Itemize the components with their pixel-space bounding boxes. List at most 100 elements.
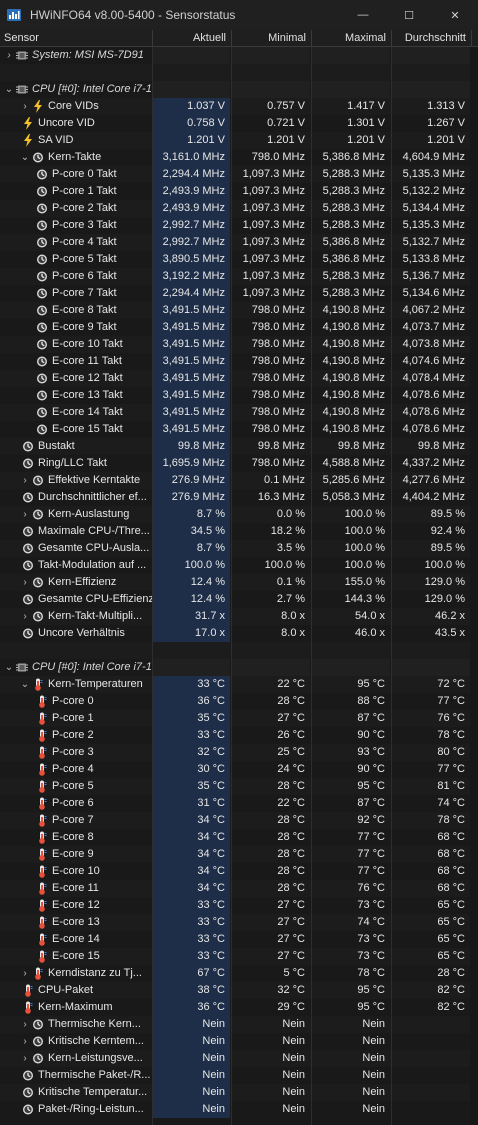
sensor-row[interactable]: › Kern-Auslastung 8.7 % 0.0 % 100.0 % 89.5 % xyxy=(0,506,478,523)
sensor-row[interactable]: P-core 4 30 °C 24 °C 90 °C 77 °C xyxy=(0,761,478,778)
clock-gauge-icon xyxy=(33,1019,43,1030)
sensor-row[interactable]: › Kern-Leistungsve... Nein Nein Nein xyxy=(0,1050,478,1067)
sensor-label: Takt-Modulation auf ... xyxy=(38,559,147,571)
collapse-chevron-icon[interactable]: ⌄ xyxy=(20,149,30,166)
column-header-maximum[interactable]: Maximal xyxy=(312,30,392,47)
maximize-button[interactable]: ☐ xyxy=(386,0,432,30)
sensor-row[interactable]: Kern-Maximum 36 °C 29 °C 95 °C 82 °C xyxy=(0,999,478,1016)
sensor-label: P-core 2 Takt xyxy=(52,202,117,214)
sensor-label: Kritische Temperatur... xyxy=(38,1086,148,1098)
expand-chevron-icon[interactable]: › xyxy=(4,47,14,64)
sensor-group-row[interactable]: ⌄ CPU [#0]: Intel Core i7-13700K xyxy=(0,81,478,98)
collapse-chevron-icon[interactable]: ⌄ xyxy=(4,659,14,676)
sensor-row[interactable]: Durchschnittlicher ef... 276.9 MHz 16.3 MH… xyxy=(0,489,478,506)
sensor-row[interactable]: › Kern-Takt-Multipli... 31.7 x 8.0 x 54.0 x 4… xyxy=(0,608,478,625)
sensor-row[interactable]: E-core 9 Takt 3,491.5 MHz 798.0 MHz 4,190.8… xyxy=(0,319,478,336)
expand-chevron-icon[interactable]: › xyxy=(20,1016,30,1033)
expand-chevron-icon[interactable]: › xyxy=(20,1050,30,1067)
sensor-row[interactable]: ⌄ Kern-Temperaturen 33 °C 22 °C 95 °C 72 °C xyxy=(0,676,478,693)
column-header-minimum[interactable]: Minimal xyxy=(232,30,312,47)
sensor-row[interactable]: P-core 5 Takt 3,890.5 MHz 1,097.3 MHz 5,386… xyxy=(0,251,478,268)
column-header-current[interactable]: Aktuell xyxy=(153,30,232,47)
sensor-row[interactable]: E-core 11 34 °C 28 °C 76 °C 68 °C xyxy=(0,880,478,897)
sensor-row[interactable]: Kritische Temperatur... Nein Nein Nein xyxy=(0,1084,478,1101)
sensor-row[interactable]: P-core 6 31 °C 22 °C 87 °C 74 °C xyxy=(0,795,478,812)
sensor-row[interactable]: SA VID 1.201 V 1.201 V 1.201 V 1.201 V xyxy=(0,132,478,149)
sensor-row[interactable]: E-core 13 Takt 3,491.5 MHz 798.0 MHz 4,190.… xyxy=(0,387,478,404)
sensor-row[interactable]: P-core 7 Takt 2,294.4 MHz 1,097.3 MHz 5,288… xyxy=(0,285,478,302)
title-bar[interactable]: HWiNFO64 v8.00-5400 - Sensorstatus — ☐ ✕ xyxy=(0,0,478,30)
sensor-row[interactable]: P-core 3 32 °C 25 °C 93 °C 80 °C xyxy=(0,744,478,761)
minimum-value: 27 °C xyxy=(277,712,305,724)
sensor-row[interactable]: P-core 2 Takt 2,493.9 MHz 1,097.3 MHz 5,288… xyxy=(0,200,478,217)
sensor-row[interactable]: E-core 15 Takt 3,491.5 MHz 798.0 MHz 4,190.… xyxy=(0,421,478,438)
column-header-sensor[interactable]: Sensor xyxy=(0,30,153,47)
sensor-row[interactable]: Maximale CPU-/Thre... 34.5 % 18.2 % 100.0 %… xyxy=(0,523,478,540)
expand-chevron-icon[interactable]: › xyxy=(20,965,30,982)
expand-chevron-icon[interactable]: › xyxy=(20,608,30,625)
close-button[interactable]: ✕ xyxy=(432,0,478,30)
expand-chevron-icon[interactable]: › xyxy=(20,574,30,591)
expand-chevron-icon[interactable]: › xyxy=(20,472,30,489)
sensor-row[interactable]: Uncore Verhältnis 17.0 x 8.0 x 46.0 x 43.5 x xyxy=(0,625,478,642)
sensor-row[interactable]: › Kritische Kerntem... Nein Nein Nein xyxy=(0,1033,478,1050)
sensor-row[interactable]: E-core 10 Takt 3,491.5 MHz 798.0 MHz 4,190.… xyxy=(0,336,478,353)
sensor-row[interactable]: › Core VIDs 1.037 V 0.757 V 1.417 V 1.313 V xyxy=(0,98,478,115)
sensor-row[interactable]: E-core 12 33 °C 27 °C 73 °C 65 °C xyxy=(0,897,478,914)
sensor-row[interactable]: E-core 12 Takt 3,491.5 MHz 798.0 MHz 4,190.… xyxy=(0,370,478,387)
sensor-row[interactable]: P-core 6 Takt 3,192.2 MHz 1,097.3 MHz 5,288… xyxy=(0,268,478,285)
sensor-row[interactable]: P-core 3 Takt 2,992.7 MHz 1,097.3 MHz 5,288… xyxy=(0,217,478,234)
sensor-row[interactable]: E-core 14 33 °C 27 °C 73 °C 65 °C xyxy=(0,931,478,948)
sensor-row[interactable]: Gesamte CPU-Ausla... 8.7 % 3.5 % 100.0 % 89.… xyxy=(0,540,478,557)
maximum-value: 5,288.3 MHz xyxy=(322,287,385,299)
sensor-row[interactable]: Ring/LLC Takt 1,695.9 MHz 798.0 MHz 4,588.8… xyxy=(0,455,478,472)
sensor-row[interactable]: E-core 9 34 °C 28 °C 77 °C 68 °C xyxy=(0,846,478,863)
sensor-row[interactable]: Uncore VID 0.758 V 0.721 V 1.301 V 1.267 V xyxy=(0,115,478,132)
sensor-row[interactable]: P-core 1 35 °C 27 °C 87 °C 76 °C xyxy=(0,710,478,727)
sensor-row[interactable]: P-core 7 34 °C 28 °C 92 °C 78 °C xyxy=(0,812,478,829)
sensor-row[interactable]: E-core 15 33 °C 27 °C 73 °C 65 °C xyxy=(0,948,478,965)
sensor-name-cell: E-core 9 Takt xyxy=(0,319,152,336)
sensor-row[interactable]: P-core 1 Takt 2,493.9 MHz 1,097.3 MHz 5,288… xyxy=(0,183,478,200)
sensor-name-cell: Maximale CPU-/Thre... xyxy=(0,523,152,540)
sensor-name-cell: Thermische Paket-/R... xyxy=(0,1067,152,1084)
sensor-row[interactable]: Bustakt 99.8 MHz 99.8 MHz 99.8 MHz 99.8 MHz xyxy=(0,438,478,455)
sensor-row[interactable]: › Thermische Kern... Nein Nein Nein xyxy=(0,1016,478,1033)
sensor-row[interactable]: E-core 14 Takt 3,491.5 MHz 798.0 MHz 4,190.… xyxy=(0,404,478,421)
sensor-row[interactable]: CPU-Paket 38 °C 32 °C 95 °C 82 °C xyxy=(0,982,478,999)
sensor-row[interactable]: ⌄ Kern-Takte 3,161.0 MHz 798.0 MHz 5,386.8 M… xyxy=(0,149,478,166)
expand-chevron-icon[interactable]: › xyxy=(20,1033,30,1050)
average-value: 82 °C xyxy=(437,984,465,996)
sensor-row[interactable]: Paket-/Ring-Leistun... Nein Nein Nein xyxy=(0,1101,478,1118)
sensor-row[interactable]: E-core 10 34 °C 28 °C 77 °C 68 °C xyxy=(0,863,478,880)
sensor-row[interactable]: Thermische Paket-/R... Nein Nein Nein xyxy=(0,1067,478,1084)
sensor-row[interactable]: P-core 0 Takt 2,294.4 MHz 1,097.3 MHz 5,288… xyxy=(0,166,478,183)
sensor-row[interactable]: › Effektive Kerntakte 276.9 MHz 0.1 MHz 5,28… xyxy=(0,472,478,489)
expand-chevron-icon[interactable]: › xyxy=(20,506,30,523)
sensor-row[interactable]: E-core 13 33 °C 27 °C 74 °C 65 °C xyxy=(0,914,478,931)
average-value: 65 °C xyxy=(437,933,465,945)
expand-chevron-icon[interactable]: › xyxy=(20,98,30,115)
sensor-row[interactable]: E-core 11 Takt 3,491.5 MHz 798.0 MHz 4,190.… xyxy=(0,353,478,370)
sensor-row[interactable]: › Kern-Effizienz 12.4 % 0.1 % 155.0 % 129.0 % xyxy=(0,574,478,591)
sensor-group-row[interactable]: › System: MSI MS-7D91 xyxy=(0,47,478,64)
sensor-row[interactable]: › Kerndistanz zu Tj... 67 °C 5 °C 78 °C 28 °C xyxy=(0,965,478,982)
sensor-row[interactable]: E-core 8 34 °C 28 °C 77 °C 68 °C xyxy=(0,829,478,846)
vertical-scrollbar[interactable] xyxy=(470,47,478,1125)
sensor-row[interactable]: Gesamte CPU-Effizienz 12.4 % 2.7 % 144.3 % 1… xyxy=(0,591,478,608)
average-value: 72 °C xyxy=(437,678,465,690)
sensor-row[interactable]: P-core 4 Takt 2,992.7 MHz 1,097.3 MHz 5,386… xyxy=(0,234,478,251)
clock-gauge-icon xyxy=(37,169,47,180)
sensor-row[interactable]: E-core 8 Takt 3,491.5 MHz 798.0 MHz 4,190.8… xyxy=(0,302,478,319)
maximum-value: 4,190.8 MHz xyxy=(322,304,385,316)
minimize-button[interactable]: — xyxy=(340,0,386,30)
column-header-average[interactable]: Durchschnitt xyxy=(392,30,472,47)
collapse-chevron-icon[interactable]: ⌄ xyxy=(20,676,30,693)
maximum-value: 78 °C xyxy=(357,967,385,979)
sensor-row[interactable]: Takt-Modulation auf ... 100.0 % 100.0 % 100… xyxy=(0,557,478,574)
sensor-row[interactable]: P-core 2 33 °C 26 °C 90 °C 78 °C xyxy=(0,727,478,744)
collapse-chevron-icon[interactable]: ⌄ xyxy=(4,81,14,98)
sensor-row[interactable]: P-core 0 36 °C 28 °C 88 °C 77 °C xyxy=(0,693,478,710)
sensor-group-row[interactable]: ⌄ CPU [#0]: Intel Core i7-13700K: DTS xyxy=(0,659,478,676)
sensor-row[interactable]: P-core 5 35 °C 28 °C 95 °C 81 °C xyxy=(0,778,478,795)
